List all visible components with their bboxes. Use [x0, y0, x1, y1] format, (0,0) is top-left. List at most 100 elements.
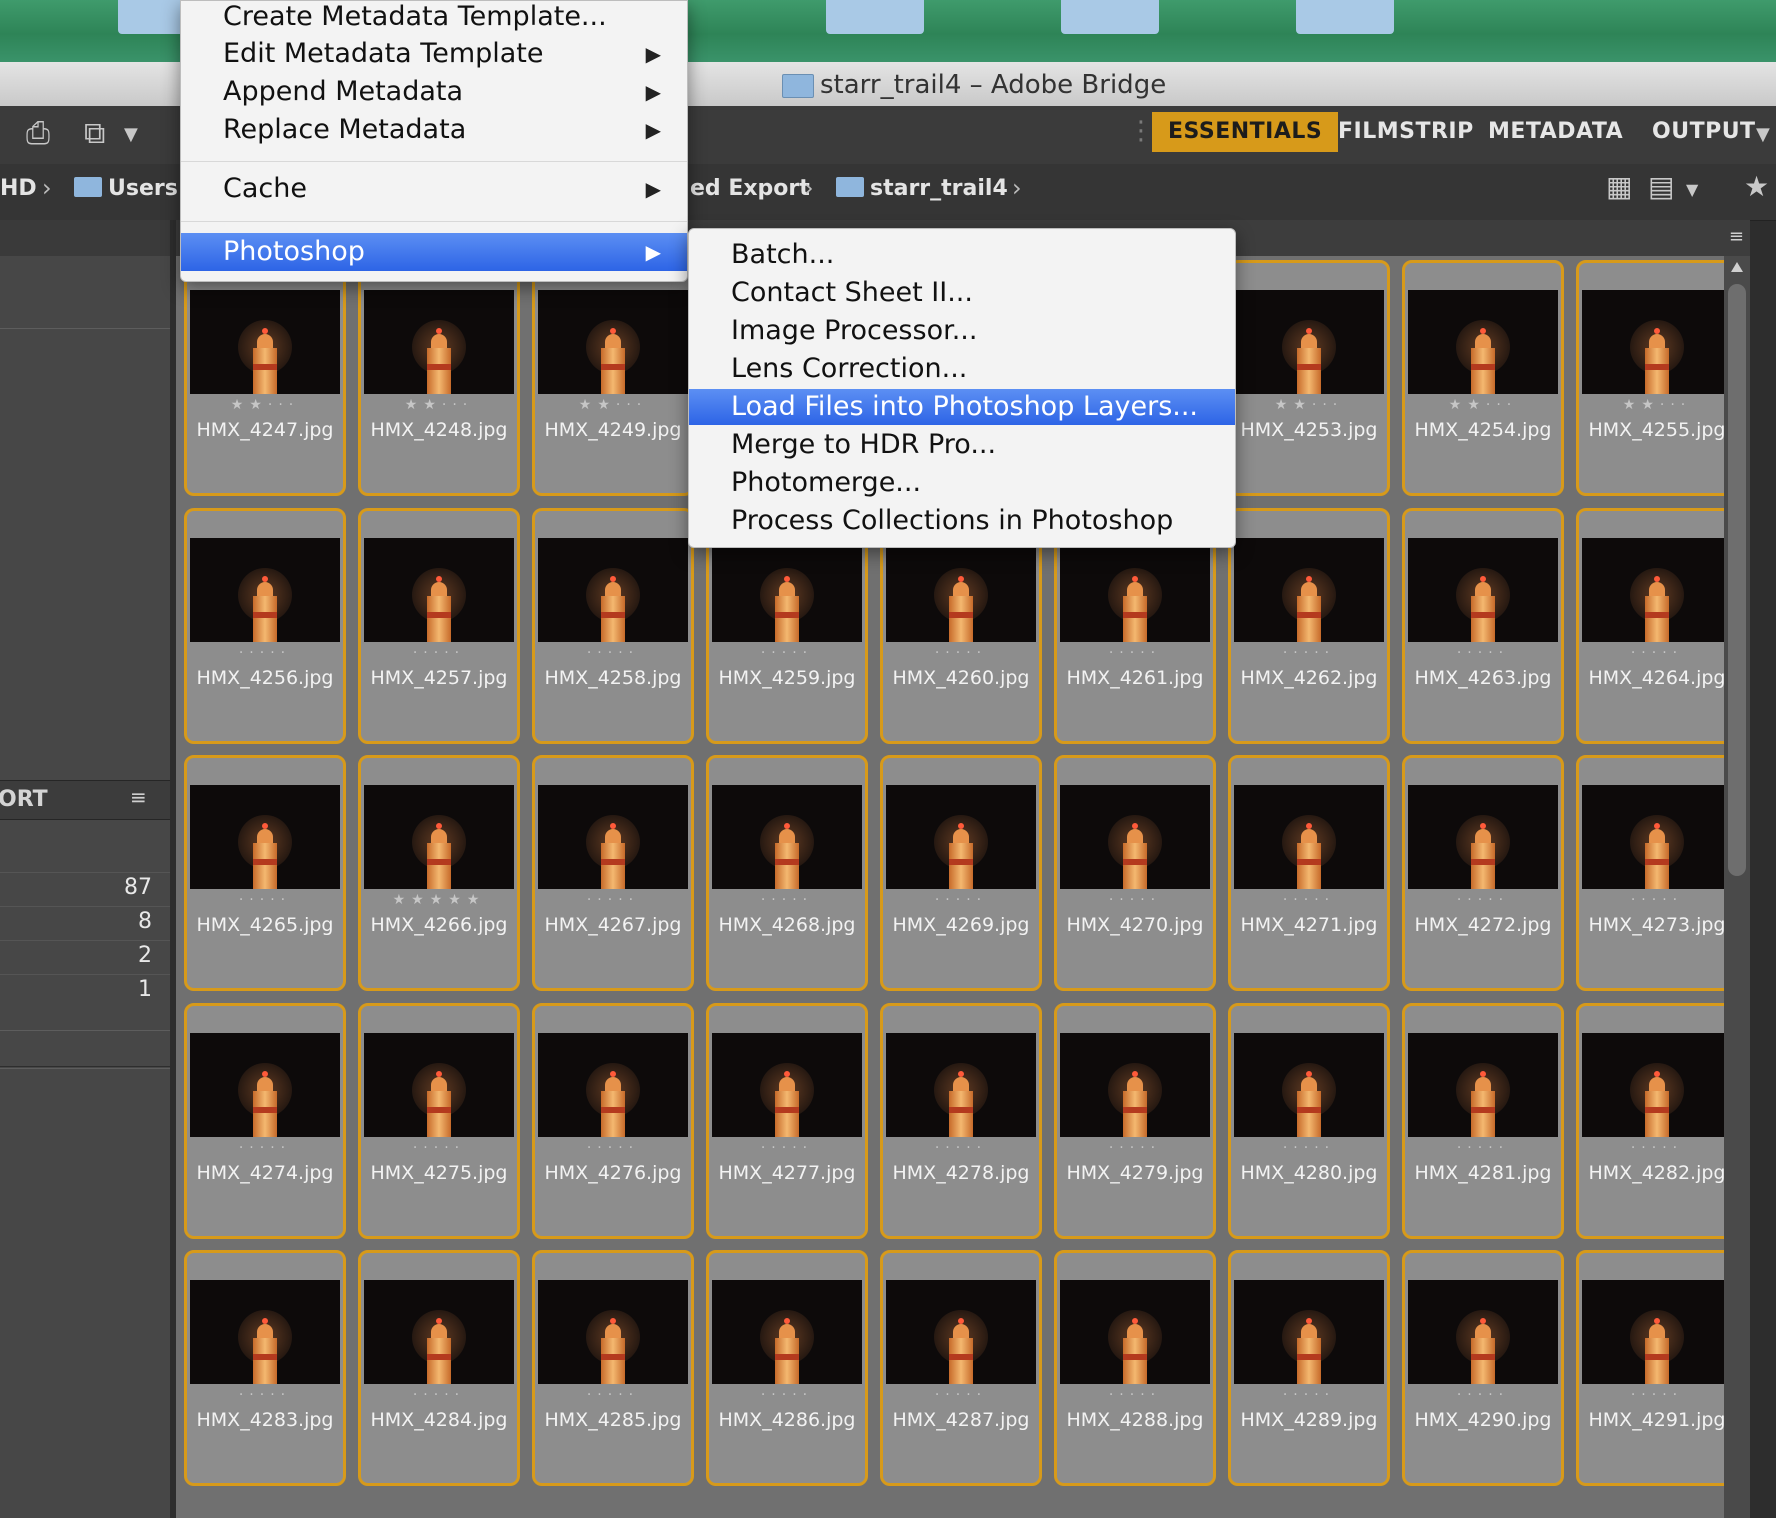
rating-stars[interactable]: ·····: [1579, 1387, 1735, 1403]
rating-stars[interactable]: ·····: [1057, 1140, 1213, 1156]
rating-stars[interactable]: ·····: [535, 892, 691, 908]
thumbnail[interactable]: ····· HMX_4257.jpg: [358, 508, 520, 744]
thumbnail[interactable]: ····· HMX_4278.jpg: [880, 1003, 1042, 1239]
thumbnail[interactable]: ····· HMX_4267.jpg: [532, 755, 694, 991]
rating-stars[interactable]: ·····: [535, 645, 691, 661]
chevron-down-icon[interactable]: ▼: [1756, 124, 1770, 145]
rating-stars[interactable]: ·····: [361, 645, 517, 661]
rating-stars[interactable]: ·····: [883, 1387, 1039, 1403]
rating-stars[interactable]: ·····: [535, 1140, 691, 1156]
panel-menu-icon[interactable]: ≡: [1729, 226, 1744, 247]
desktop-folder-icon[interactable]: [1061, 0, 1159, 34]
camera-icon[interactable]: ⎙: [26, 116, 50, 151]
menu-item-photoshop[interactable]: Photoshop ▶: [181, 233, 687, 271]
workspace-essentials[interactable]: ESSENTIALS: [1152, 112, 1339, 152]
rating-stars[interactable]: ·····: [1057, 645, 1213, 661]
thumbnail[interactable]: ····· HMX_4281.jpg: [1402, 1003, 1564, 1239]
thumbnail[interactable]: ····· HMX_4274.jpg: [184, 1003, 346, 1239]
rating-stars[interactable]: ·····: [709, 892, 865, 908]
thumbnail[interactable]: ····· HMX_4264.jpg: [1576, 508, 1738, 744]
thumbnail[interactable]: ····· HMX_4273.jpg: [1576, 755, 1738, 991]
thumbnail[interactable]: ····· HMX_4276.jpg: [532, 1003, 694, 1239]
thumbnail[interactable]: ····· HMX_4271.jpg: [1228, 755, 1390, 991]
rating-stars[interactable]: ★★···: [535, 397, 691, 413]
workspace-metadata[interactable]: METADATA: [1472, 112, 1639, 152]
rating-stars[interactable]: ·····: [361, 1140, 517, 1156]
thumbnail[interactable]: ····· HMX_4270.jpg: [1054, 755, 1216, 991]
rating-stars[interactable]: ·····: [709, 645, 865, 661]
scroll-up-icon[interactable]: [1731, 262, 1743, 272]
rating-stars[interactable]: ·····: [1405, 892, 1561, 908]
thumbnail[interactable]: ····· HMX_4283.jpg: [184, 1250, 346, 1486]
thumbnail[interactable]: ····· HMX_4268.jpg: [706, 755, 868, 991]
drag-handle-icon[interactable]: ⋮: [1128, 116, 1154, 146]
submenu-item-load-files-into-layers[interactable]: Load Files into Photoshop Layers...: [689, 389, 1235, 425]
thumbnail[interactable]: ★★··· HMX_4253.jpg: [1228, 260, 1390, 496]
workspace-filmstrip[interactable]: FILMSTRIP: [1322, 112, 1490, 152]
menu-item-cache[interactable]: Cache ▶: [181, 171, 687, 207]
desktop-folder-icon[interactable]: [1296, 0, 1394, 34]
list-item[interactable]: 87: [0, 872, 170, 906]
rating-stars[interactable]: ·····: [1579, 892, 1735, 908]
panel-menu-icon[interactable]: ≡: [130, 785, 147, 809]
thumbnail[interactable]: ★★··· HMX_4254.jpg: [1402, 260, 1564, 496]
rating-stars[interactable]: ★★★★★: [361, 892, 517, 908]
submenu-item-process-collections[interactable]: Process Collections in Photoshop: [689, 503, 1235, 539]
thumbnail[interactable]: ★★★★★ HMX_4266.jpg: [358, 755, 520, 991]
thumbnail[interactable]: ····· HMX_4280.jpg: [1228, 1003, 1390, 1239]
thumbnail[interactable]: ····· HMX_4277.jpg: [706, 1003, 868, 1239]
rating-stars[interactable]: ★★···: [1405, 397, 1561, 413]
thumbnail[interactable]: ····· HMX_4258.jpg: [532, 508, 694, 744]
rating-stars[interactable]: ·····: [1579, 1140, 1735, 1156]
thumbnail[interactable]: ★★··· HMX_4248.jpg: [358, 260, 520, 496]
desktop-folder-icon[interactable]: [826, 0, 924, 34]
rating-stars[interactable]: ·····: [883, 1140, 1039, 1156]
thumbnail[interactable]: ····· HMX_4256.jpg: [184, 508, 346, 744]
thumbnail[interactable]: ····· HMX_4272.jpg: [1402, 755, 1564, 991]
menu-item-create-metadata-template[interactable]: Create Metadata Template...: [181, 0, 687, 35]
rating-stars[interactable]: ·····: [187, 1387, 343, 1403]
rating-stars[interactable]: ·····: [1231, 645, 1387, 661]
scroll-thumb[interactable]: [1728, 284, 1746, 876]
thumbnail[interactable]: ★★··· HMX_4255.jpg: [1576, 260, 1738, 496]
rating-stars[interactable]: ·····: [709, 1140, 865, 1156]
menu-item-replace-metadata[interactable]: Replace Metadata ▶: [181, 112, 687, 148]
rating-stars[interactable]: ·····: [1231, 1140, 1387, 1156]
chevron-down-icon[interactable]: ▼: [124, 124, 138, 145]
rating-stars[interactable]: ·····: [709, 1387, 865, 1403]
rating-stars[interactable]: ★★···: [1231, 397, 1387, 413]
submenu-item-contact-sheet[interactable]: Contact Sheet II...: [689, 275, 1235, 311]
rating-stars[interactable]: ·····: [1405, 1387, 1561, 1403]
rating-stars[interactable]: ·····: [1405, 645, 1561, 661]
rating-stars[interactable]: ★★···: [361, 397, 517, 413]
submenu-item-image-processor[interactable]: Image Processor...: [689, 313, 1235, 349]
thumbnail[interactable]: ····· HMX_4269.jpg: [880, 755, 1042, 991]
rating-stars[interactable]: ·····: [1057, 1387, 1213, 1403]
grid-view-icon[interactable]: ▦: [1606, 170, 1632, 203]
copy-icon[interactable]: ⧉: [84, 116, 105, 151]
rating-stars[interactable]: ·····: [361, 1387, 517, 1403]
workspace-output[interactable]: OUTPUT: [1636, 112, 1772, 152]
vertical-scrollbar[interactable]: [1724, 256, 1750, 1518]
rating-stars[interactable]: ·····: [883, 645, 1039, 661]
rating-stars[interactable]: ·····: [1057, 892, 1213, 908]
thumbnail[interactable]: ★★··· HMX_4249.jpg: [532, 260, 694, 496]
menu-item-append-metadata[interactable]: Append Metadata ▶: [181, 74, 687, 110]
list-item[interactable]: 8: [0, 906, 170, 940]
rating-stars[interactable]: ·····: [187, 892, 343, 908]
rating-stars[interactable]: ·····: [1231, 1387, 1387, 1403]
breadcrumb-item-starr-trail4[interactable]: starr_trail4: [836, 176, 1008, 201]
thumbnail[interactable]: ····· HMX_4282.jpg: [1576, 1003, 1738, 1239]
thumbnail[interactable]: ····· HMX_4265.jpg: [184, 755, 346, 991]
rating-stars[interactable]: ★★···: [1579, 397, 1735, 413]
submenu-item-merge-to-hdr[interactable]: Merge to HDR Pro...: [689, 427, 1235, 463]
thumbnail[interactable]: ····· HMX_4263.jpg: [1402, 508, 1564, 744]
rating-stars[interactable]: ·····: [1579, 645, 1735, 661]
rating-stars[interactable]: ·····: [1231, 892, 1387, 908]
breadcrumb-item-export[interactable]: ed Export: [690, 176, 810, 201]
thumbnail[interactable]: ····· HMX_4284.jpg: [358, 1250, 520, 1486]
breadcrumb-item-users[interactable]: Users: [74, 176, 178, 201]
submenu-item-batch[interactable]: Batch...: [689, 237, 1235, 273]
thumbnail[interactable]: ····· HMX_4285.jpg: [532, 1250, 694, 1486]
menu-item-edit-metadata-template[interactable]: Edit Metadata Template ▶: [181, 36, 687, 72]
